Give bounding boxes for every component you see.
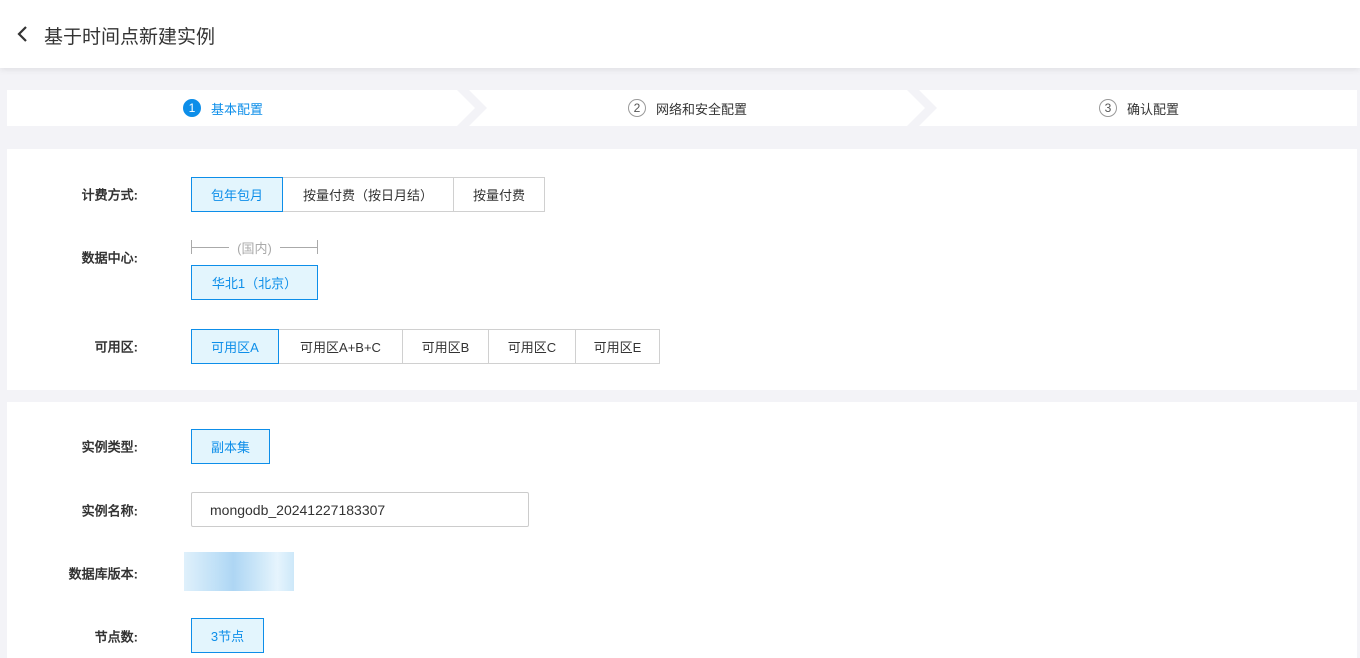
instance-type-option-replica-set[interactable]: 副本集 (191, 429, 270, 464)
billing-options: 包年包月 按量付费（按日月结） 按量付费 (191, 177, 545, 212)
step-label: 网络和安全配置 (656, 101, 748, 117)
datacenter-label: 数据中心: (81, 250, 138, 266)
step-label: 基本配置 (211, 101, 264, 117)
nodes-option-3[interactable]: 3节点 (191, 618, 264, 653)
instance-name-input[interactable] (191, 492, 529, 527)
region-group-label: (国内) (237, 240, 272, 256)
step-number: 1 (183, 99, 201, 117)
zone-option-b[interactable]: 可用区B (402, 329, 489, 364)
nodes-label: 节点数: (94, 629, 138, 645)
zone-option-abc[interactable]: 可用区A+B+C (278, 329, 403, 364)
zone-options: 可用区A 可用区A+B+C 可用区B 可用区C 可用区E (191, 329, 660, 364)
zone-option-c[interactable]: 可用区C (488, 329, 576, 364)
step-number: 3 (1099, 99, 1117, 117)
step-number: 2 (628, 99, 646, 117)
nodes-options: 3节点 (191, 618, 264, 653)
instance-name-label: 实例名称: (81, 503, 138, 519)
step-network-security: 2 网络和安全配置 (628, 90, 747, 126)
zone-option-e[interactable]: 可用区E (575, 329, 660, 364)
billing-label: 计费方式: (81, 187, 138, 203)
step-label: 确认配置 (1127, 101, 1180, 117)
step-progress: 1 基本配置 2 网络和安全配置 3 确认配置 (7, 90, 1357, 126)
page-header: 基于时间点新建实例 (0, 0, 1360, 68)
billing-option-payg-daily[interactable]: 按量付费（按日月结） (282, 177, 454, 212)
step-separator (907, 90, 937, 126)
back-arrow-icon[interactable] (14, 22, 32, 46)
page-title: 基于时间点新建实例 (44, 27, 216, 48)
datacenter-option-beijing[interactable]: 华北1（北京） (191, 265, 318, 300)
datacenter-options: 华北1（北京） (191, 265, 318, 300)
step-confirm: 3 确认配置 (1099, 90, 1179, 126)
db-version-blurred (184, 552, 294, 591)
zone-option-a[interactable]: 可用区A (191, 329, 279, 364)
db-version-label: 数据库版本: (68, 566, 138, 582)
region-group-divider: (国内) (191, 240, 319, 256)
step-basic-config: 1 基本配置 (183, 90, 263, 126)
instance-type-label: 实例类型: (81, 439, 138, 455)
step-separator (457, 90, 487, 126)
billing-option-subscription[interactable]: 包年包月 (191, 177, 283, 212)
instance-type-options: 副本集 (191, 429, 270, 464)
zone-label: 可用区: (94, 339, 138, 355)
billing-option-payg[interactable]: 按量付费 (453, 177, 545, 212)
